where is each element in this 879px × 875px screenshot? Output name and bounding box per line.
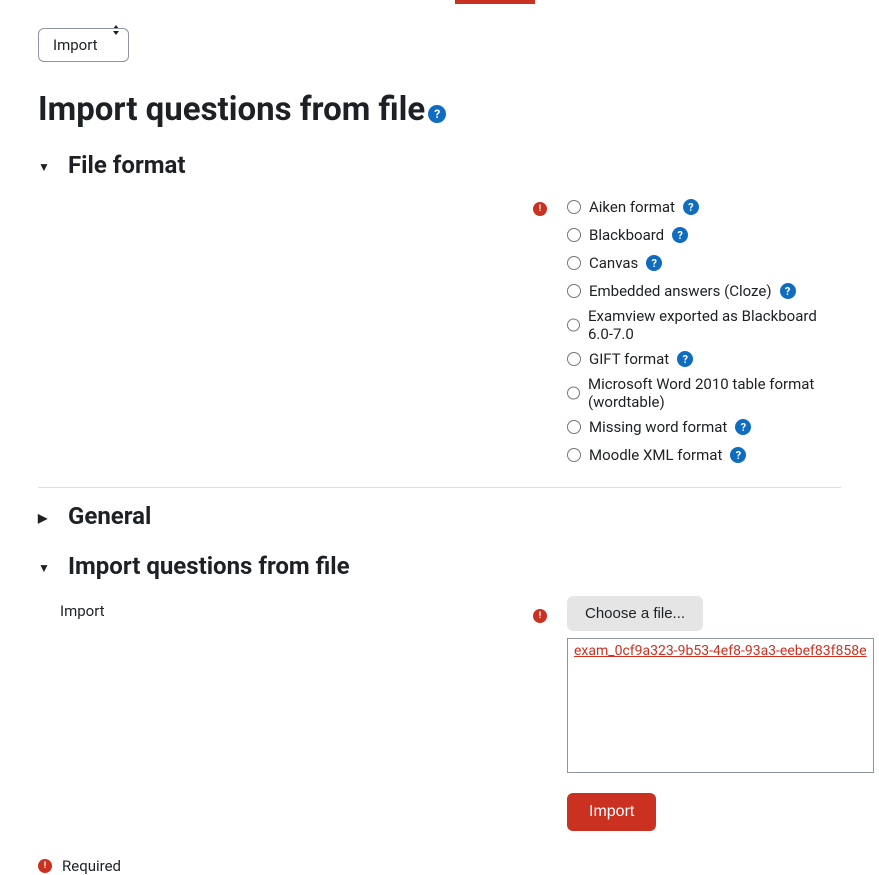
radio-input[interactable]: [567, 318, 580, 332]
radio-option-examview[interactable]: Examview exported as Blackboard 6.0-7.0: [567, 307, 841, 343]
action-dropdown[interactable]: Import: [38, 28, 129, 62]
radio-option-blackboard[interactable]: Blackboard ?: [567, 223, 841, 247]
section-body-import-file: Import ! Choose a file... exam_0cf9a323-…: [38, 596, 841, 831]
radio-input[interactable]: [567, 228, 581, 242]
section-body-file-format: ! Aiken format ? Blackboard ?: [38, 195, 841, 467]
required-icon: !: [38, 859, 52, 873]
section-header-file-format[interactable]: File format: [38, 151, 841, 179]
choose-file-button[interactable]: Choose a file...: [567, 596, 703, 631]
chevron-down-icon: [38, 155, 68, 176]
radio-label: Missing word format: [589, 418, 727, 436]
help-icon[interactable]: ?: [677, 351, 693, 367]
required-icon: !: [533, 609, 547, 623]
section-title-file-format: File format: [68, 151, 185, 179]
radio-option-cloze[interactable]: Embedded answers (Cloze) ?: [567, 279, 841, 303]
radio-input[interactable]: [567, 386, 580, 400]
radio-option-missingword[interactable]: Missing word format ?: [567, 415, 841, 439]
radio-option-moodlexml[interactable]: Moodle XML format ?: [567, 443, 841, 467]
radio-label: GIFT format: [589, 350, 669, 368]
radio-label: Moodle XML format: [589, 446, 722, 464]
radio-label: Microsoft Word 2010 table format (wordta…: [588, 375, 841, 411]
help-icon[interactable]: ?: [683, 199, 699, 215]
help-icon[interactable]: ?: [730, 447, 746, 463]
radio-label: Examview exported as Blackboard 6.0-7.0: [588, 307, 841, 343]
radio-input[interactable]: [567, 448, 581, 462]
radio-option-aiken[interactable]: Aiken format ?: [567, 195, 841, 219]
radio-option-gift[interactable]: GIFT format ?: [567, 347, 841, 371]
file-format-radio-group: Aiken format ? Blackboard ? Canvas ?: [567, 195, 841, 467]
import-field-label: Import: [38, 596, 533, 620]
help-icon[interactable]: ?: [672, 227, 688, 243]
import-submit-button[interactable]: Import: [567, 793, 656, 831]
radio-label: Embedded answers (Cloze): [589, 282, 772, 300]
radio-label: Aiken format: [589, 198, 675, 216]
radio-label: Canvas: [589, 254, 638, 272]
radio-input[interactable]: [567, 284, 581, 298]
page-title-text: Import questions from file: [38, 90, 425, 129]
radio-label: Blackboard: [589, 226, 664, 244]
radio-input[interactable]: [567, 256, 581, 270]
required-text: Required: [62, 857, 121, 875]
help-icon[interactable]: ?: [646, 255, 662, 271]
radio-option-canvas[interactable]: Canvas ?: [567, 251, 841, 275]
uploaded-file-name[interactable]: exam_0cf9a323-9b53-4ef8-93a3-eebef83f858…: [574, 643, 867, 659]
help-icon[interactable]: ?: [780, 283, 796, 299]
section-title-general: General: [68, 502, 151, 530]
radio-input[interactable]: [567, 200, 581, 214]
divider: [38, 487, 841, 488]
action-dropdown-wrap: Import: [38, 4, 129, 62]
radio-input[interactable]: [567, 420, 581, 434]
required-icon: !: [533, 202, 547, 216]
help-icon[interactable]: ?: [428, 105, 446, 123]
required-legend: ! Required: [38, 857, 841, 875]
radio-input[interactable]: [567, 352, 581, 366]
chevron-right-icon: [38, 506, 68, 527]
section-title-import-file: Import questions from file: [68, 552, 350, 580]
radio-option-wordtable[interactable]: Microsoft Word 2010 table format (wordta…: [567, 375, 841, 411]
help-icon[interactable]: ?: [735, 419, 751, 435]
file-drop-area[interactable]: exam_0cf9a323-9b53-4ef8-93a3-eebef83f858…: [567, 638, 874, 773]
page-title: Import questions from file?: [38, 90, 841, 129]
chevron-down-icon: [38, 556, 68, 577]
section-header-import-file[interactable]: Import questions from file: [38, 552, 841, 580]
section-header-general[interactable]: General: [38, 502, 841, 530]
